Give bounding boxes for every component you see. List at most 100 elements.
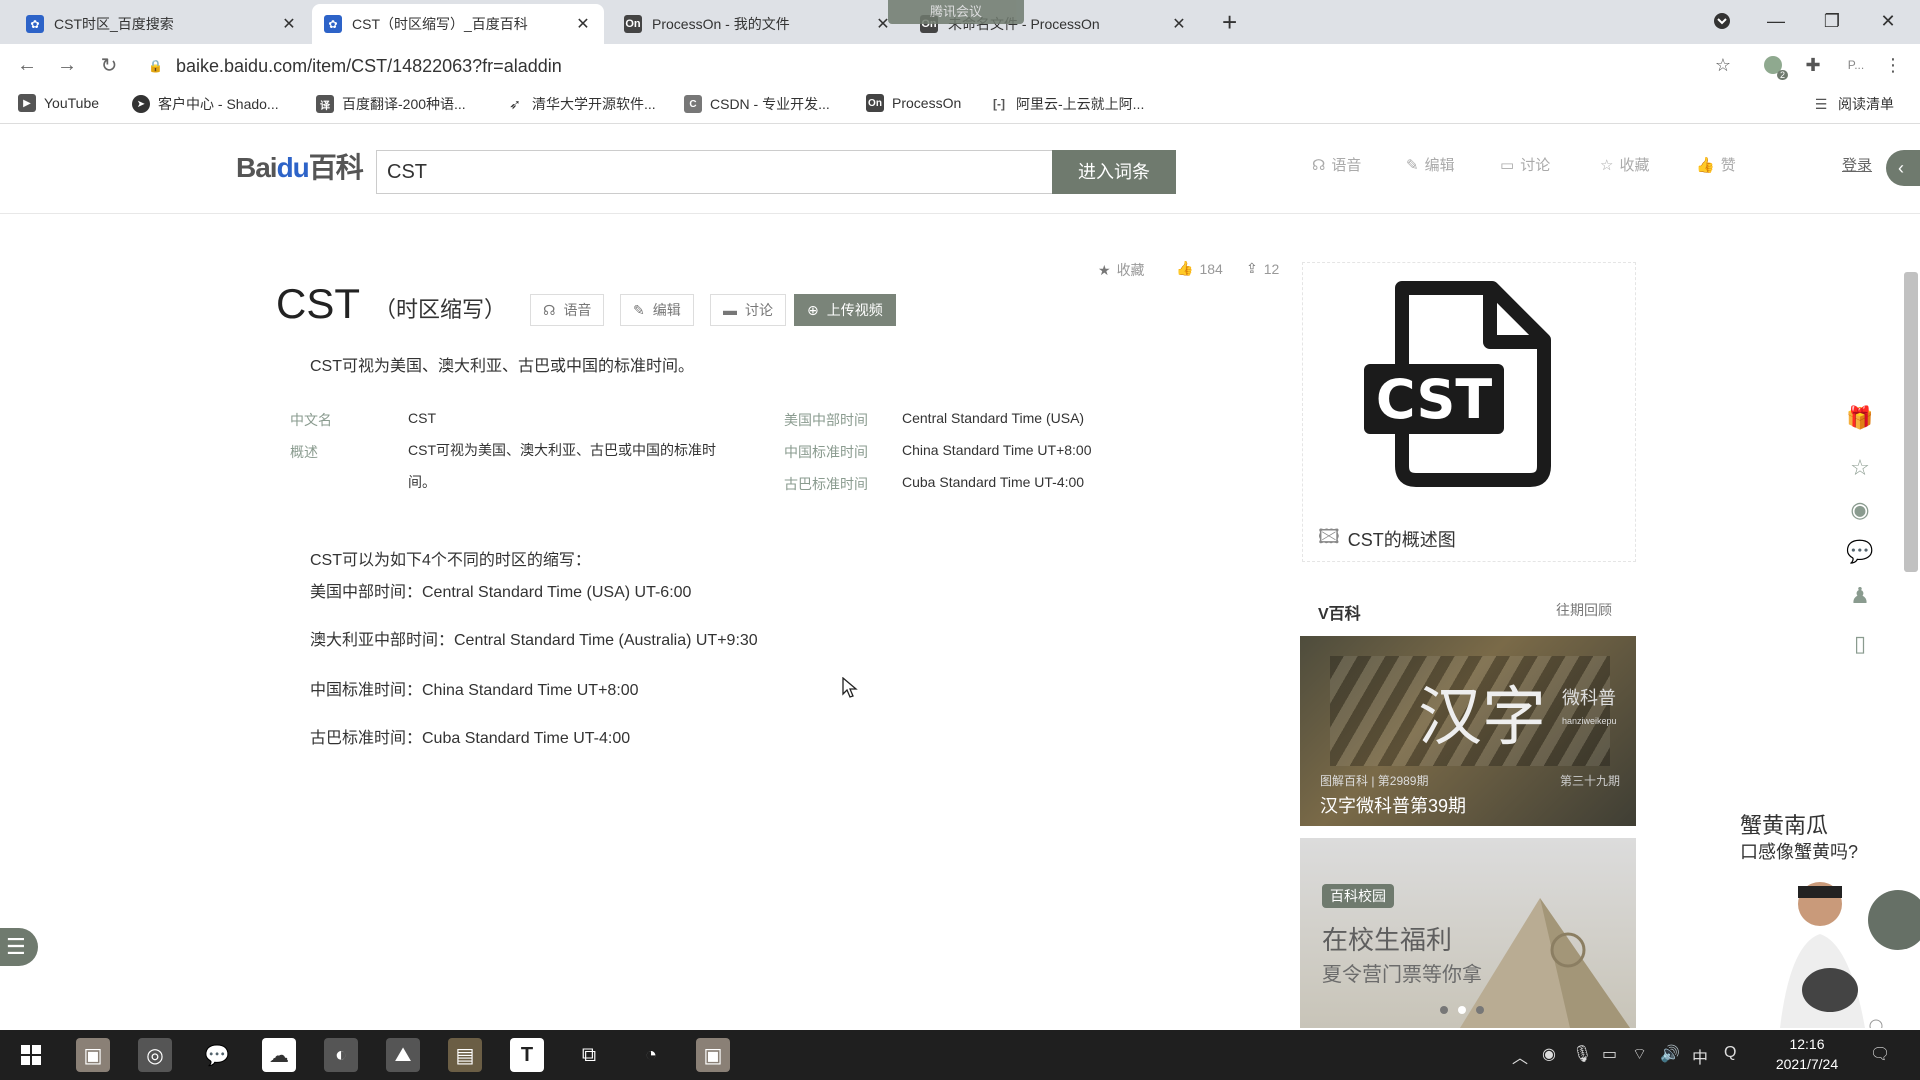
like-stat[interactable]: 👍 184 <box>1176 260 1223 277</box>
profile-button[interactable]: P... <box>1836 52 1876 78</box>
page-scrollbar[interactable] <box>1904 272 1918 572</box>
system-clock[interactable]: 12:16 2021/7/24 <box>1762 1034 1852 1074</box>
mountain-app-icon[interactable]: ⛰ <box>386 1038 420 1072</box>
bookmark-tuna[interactable]: ➶ 清华大学开源软件... <box>506 94 656 114</box>
tray-expand-icon[interactable]: ︿ <box>1512 1044 1528 1068</box>
wechat-taskbar-icon[interactable]: 💬 <box>200 1038 234 1072</box>
baike-logo[interactable]: Baidu百科 <box>236 146 364 186</box>
comment-icon: ▬ <box>723 302 737 318</box>
wifi-icon[interactable]: ⌔ <box>1632 1044 1647 1064</box>
upload-video-button[interactable]: ⊕ 上传视频 <box>794 294 896 326</box>
qq-icon[interactable]: ♟ <box>1846 582 1874 610</box>
forward-button[interactable]: → <box>52 50 82 80</box>
tab-title: CST（时区缩写）_百度百科 <box>352 16 528 32</box>
header-like[interactable]: 👍 赞 <box>1696 154 1736 175</box>
close-tab-icon[interactable]: ✕ <box>574 14 592 34</box>
carousel-dots[interactable] <box>1440 1006 1484 1014</box>
chrome-icon[interactable]: ◎ <box>138 1038 172 1072</box>
header-edit[interactable]: ✎ 编辑 <box>1406 154 1455 175</box>
netease-music-icon[interactable]: ◐ <box>324 1038 358 1072</box>
favorite-stat[interactable]: ★ 收藏 <box>1098 260 1145 280</box>
close-window-button[interactable]: ✕ <box>1868 6 1908 36</box>
close-tab-icon[interactable]: ✕ <box>1170 14 1188 34</box>
profile-label: P... <box>1847 58 1865 72</box>
tab-processon-files[interactable]: On ProcessOn - 我的文件 ✕ <box>612 4 904 44</box>
close-tab-icon[interactable]: ✕ <box>280 14 298 34</box>
banner-campus[interactable]: 百科校园 在校生福利 夏令营门票等你拿 <box>1300 838 1636 1028</box>
mobile-icon[interactable]: ▯ <box>1846 630 1874 658</box>
picture-icon: 🖾 <box>1318 526 1340 548</box>
battery-icon[interactable]: ▭ <box>1602 1044 1617 1064</box>
typora-icon[interactable]: T <box>510 1038 544 1072</box>
qq-tray-icon[interactable]: Q <box>1724 1044 1736 1062</box>
search-input[interactable]: CST <box>376 150 1052 194</box>
enter-entry-button[interactable]: 进入词条 <box>1052 150 1176 194</box>
notification-icon[interactable]: 🗨 <box>1870 1044 1890 1064</box>
reading-list-label: 阅读清单 <box>1838 96 1894 112</box>
header-voice[interactable]: ☊ 语音 <box>1312 154 1361 175</box>
bookmarks-bar: ▶ YouTube ➤ 客户中心 - Shado... 译百度翻译-200种语...… <box>0 86 1920 124</box>
back-button[interactable]: ← <box>12 50 42 80</box>
meeting-indicator[interactable]: 腾讯会议 <box>888 0 1024 24</box>
tab-baidu-search[interactable]: ✿ CST时区_百度搜索 ✕ <box>14 4 310 44</box>
bookmark-aliyun[interactable]: [-] 阿里云-上云就上阿... <box>990 94 1144 114</box>
headphones-icon: ☊ <box>1312 156 1326 174</box>
thumbs-up-icon: 👍 <box>1176 260 1194 276</box>
star-icon[interactable]: ☆ <box>1846 454 1874 482</box>
mouse-cursor-icon <box>842 676 858 705</box>
windows-start-icon[interactable] <box>14 1038 48 1072</box>
discuss-button[interactable]: ▬ 讨论 <box>710 294 786 326</box>
info-value: Central Standard Time (USA) <box>902 410 1085 426</box>
image-caption[interactable]: 🖾 CST的概述图 <box>1318 522 1456 556</box>
ad-popup[interactable]: 蟹黄南瓜 口感像蟹黄吗? <box>1740 808 1920 1028</box>
bookmark-fanyi[interactable]: 译百度翻译-200种语... <box>316 94 466 114</box>
bookmark-shadow[interactable]: ➤ 客户中心 - Shado... <box>132 94 279 114</box>
past-review-link[interactable]: 往期回顾 <box>1556 600 1612 620</box>
bookmark-star-icon[interactable]: ☆ <box>1710 52 1736 78</box>
voice-button[interactable]: ☊ 语音 <box>530 294 605 326</box>
ime-indicator[interactable]: 中 <box>1692 1044 1708 1068</box>
share-stat[interactable]: ⇪ 12 <box>1246 260 1279 277</box>
microphone-icon[interactable]: 🎙 <box>1572 1044 1592 1064</box>
profile-menu-icon[interactable] <box>1702 6 1742 36</box>
star-icon: ☆ <box>1600 156 1614 174</box>
app-photo-icon[interactable]: ▣ <box>76 1038 110 1072</box>
reload-button[interactable]: ↻ <box>94 50 124 80</box>
button-label: 语音 <box>563 302 592 318</box>
tray-app-icon[interactable]: ◉ <box>1542 1044 1556 1064</box>
image-app-icon[interactable]: ▣ <box>696 1038 730 1072</box>
minimize-button[interactable]: — <box>1756 6 1796 36</box>
restore-button[interactable]: ❐ <box>1812 6 1852 36</box>
puzzle-icon[interactable]: ✚ <box>1800 52 1826 78</box>
bookmark-label: 阿里云-上云就上阿... <box>1016 96 1145 112</box>
banner-badge: 第三十九期 <box>1560 774 1621 788</box>
bookmark-processon[interactable]: On ProcessOn <box>866 94 961 112</box>
wechat-icon[interactable]: 💬 <box>1846 538 1874 566</box>
weibo-icon[interactable]: ◉ <box>1846 496 1874 524</box>
login-link[interactable]: 登录 <box>1842 154 1872 175</box>
gift-icon[interactable]: 🎁 <box>1846 404 1874 432</box>
processon-icon: On <box>866 94 884 112</box>
cloud-app-icon[interactable]: ☁ <box>262 1038 296 1072</box>
menu-dots-icon[interactable]: ⋮ <box>1880 52 1906 78</box>
catalog-list-icon[interactable]: ☰ <box>0 928 38 966</box>
header-discuss[interactable]: ▭ 讨论 <box>1500 154 1550 175</box>
translate-icon: 译 <box>316 95 334 113</box>
snail-app-icon[interactable]: ◔ <box>634 1038 668 1072</box>
baidu-paw-icon: ✿ <box>26 15 44 33</box>
banner-hanzi[interactable]: 汉字 微科普 hanziweikepu 图解百科 | 第2989期 第三十九期 … <box>1300 636 1636 826</box>
header-favorite[interactable]: ☆ 收藏 <box>1600 154 1649 175</box>
reading-list[interactable]: ☰ 阅读清单 <box>1812 94 1894 114</box>
new-tab-button[interactable]: + <box>1222 8 1237 36</box>
tab-title: ProcessOn - 我的文件 <box>652 16 790 32</box>
tab-baike-cst[interactable]: ✿ CST（时区缩写）_百度百科 ✕ <box>312 4 604 44</box>
volume-icon[interactable]: 🔊 <box>1660 1044 1680 1064</box>
file-explorer-icon[interactable]: ▤ <box>448 1038 482 1072</box>
extension-icon[interactable]: 2 <box>1760 52 1788 80</box>
bookmark-youtube[interactable]: ▶ YouTube <box>18 94 99 112</box>
edit-button[interactable]: ✎ 编辑 <box>620 294 694 326</box>
address-bar[interactable]: 🔒 baike.baidu.com/item/CST/14822063?fr=a… <box>148 51 1708 81</box>
window-switch-icon[interactable]: ⧉ <box>572 1038 606 1072</box>
collapse-arrow-icon[interactable]: ‹ <box>1886 150 1920 186</box>
bookmark-csdn[interactable]: C CSDN - 专业开发... <box>684 94 830 114</box>
